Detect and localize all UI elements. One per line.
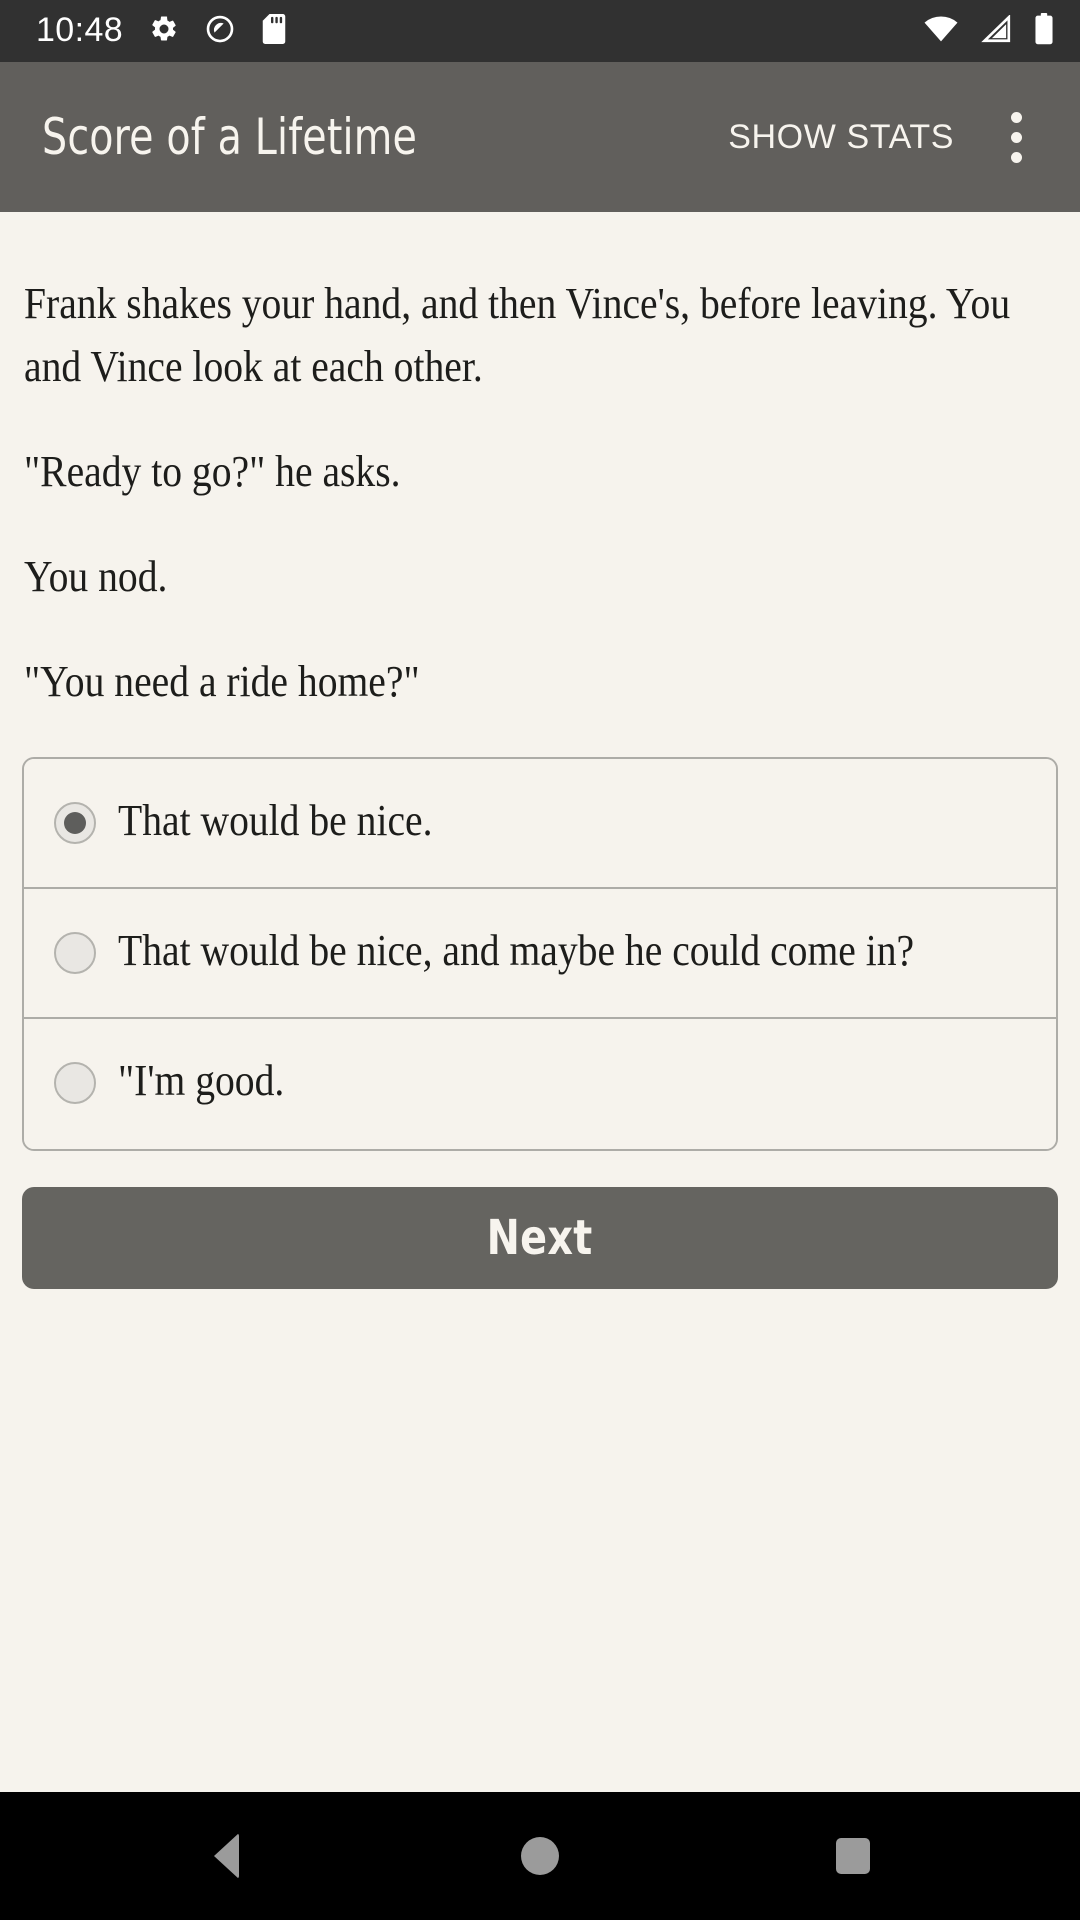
choice-option-1[interactable]: That would be nice. (24, 759, 1056, 889)
radio-button-selected[interactable] (54, 802, 96, 844)
app-screen: 10:48 Score of a Lifetime SHOW STATS Fra… (0, 0, 1080, 1920)
choice-option-label: That would be nice, and maybe he could c… (118, 926, 915, 975)
next-button[interactable]: Next (22, 1187, 1058, 1289)
back-triangle (214, 1833, 240, 1879)
recents-square (836, 1838, 871, 1874)
choice-option-3[interactable]: "I'm good. (24, 1019, 1056, 1149)
choice-option-label: "I'm good. (118, 1056, 285, 1105)
recents-icon[interactable] (793, 1806, 913, 1906)
page-title: Score of a Lifetime (42, 108, 417, 166)
story-text: Frank shakes your hand, and then Vince's… (22, 272, 1058, 713)
status-bar: 10:48 (0, 0, 1080, 62)
choice-option-label: That would be nice. (118, 796, 433, 845)
battery-icon (1034, 12, 1054, 50)
show-stats-button[interactable]: SHOW STATS (710, 103, 972, 171)
android-nav-bar (0, 1792, 1080, 1920)
choice-option-2[interactable]: That would be nice, and maybe he could c… (24, 889, 1056, 1019)
cellular-signal-icon (980, 13, 1012, 48)
status-bar-right (924, 12, 1054, 50)
story-paragraph: You nod. (24, 552, 168, 601)
more-vert-icon[interactable] (978, 99, 1054, 175)
sd-card-icon (261, 13, 287, 49)
do-not-disturb-icon (205, 14, 235, 49)
story-paragraph: Frank shakes your hand, and then Vince's… (24, 279, 1011, 391)
radio-button-unselected[interactable] (54, 1062, 96, 1104)
app-bar-actions: SHOW STATS (710, 99, 1060, 175)
radio-button-unselected[interactable] (54, 932, 96, 974)
status-clock: 10:48 (36, 11, 124, 49)
more-vert-dot (1010, 131, 1022, 143)
wifi-icon (924, 15, 958, 48)
radio-dot (64, 812, 86, 834)
story-paragraph: "Ready to go?" he asks. (24, 447, 401, 496)
status-bar-left: 10:48 (36, 11, 287, 49)
more-vert-dot (1010, 151, 1022, 163)
more-vert-dot (1010, 111, 1022, 123)
next-button-label: Next (487, 1210, 593, 1266)
main-content: Frank shakes your hand, and then Vince's… (0, 212, 1080, 1792)
home-circle (520, 1837, 559, 1875)
settings-gear-icon (149, 14, 179, 49)
app-bar: Score of a Lifetime SHOW STATS (0, 62, 1080, 212)
story-paragraph: "You need a ride home?" (24, 657, 420, 706)
choice-radio-group: That would be nice. That would be nice, … (22, 757, 1058, 1151)
home-icon[interactable] (480, 1806, 600, 1906)
back-icon[interactable] (167, 1806, 287, 1906)
